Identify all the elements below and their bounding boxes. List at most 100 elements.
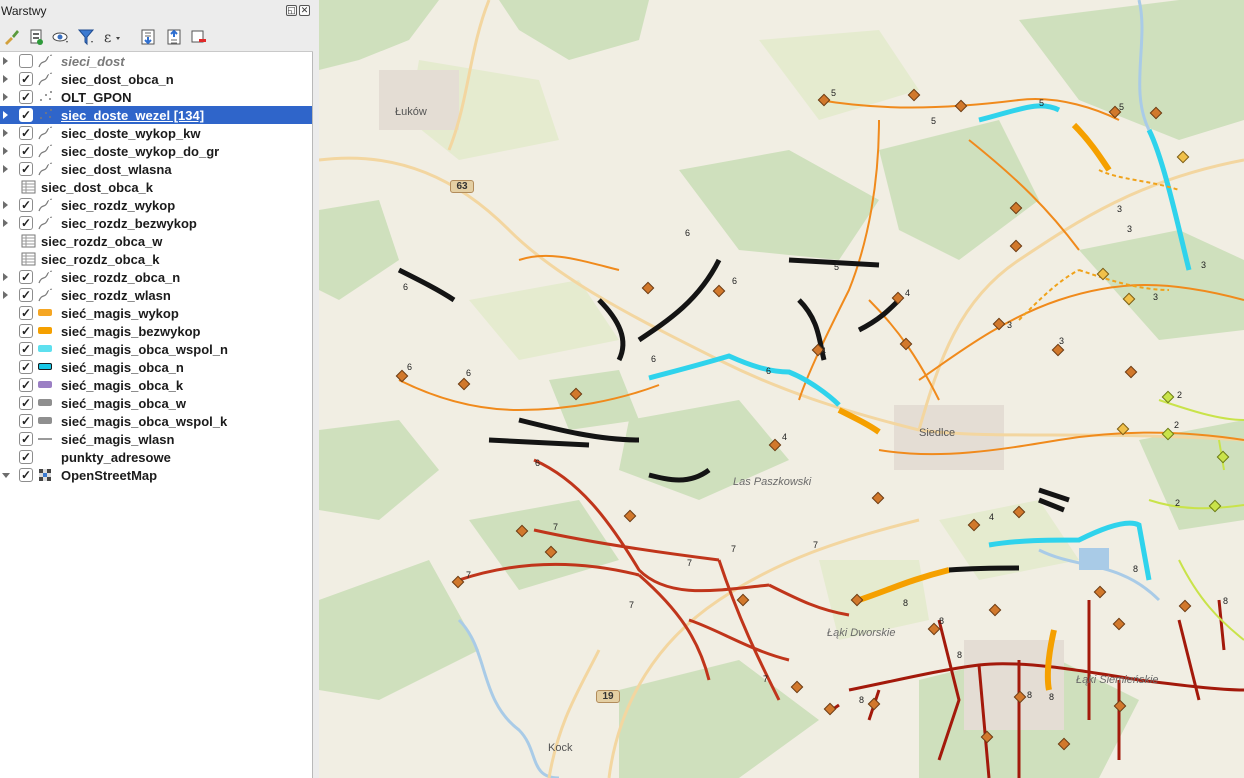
layer-label: siec_dost_obca_n: [61, 72, 174, 87]
expression-filter-icon[interactable]: ε: [102, 27, 122, 47]
layer-label: siec_rozdz_wykop: [61, 198, 176, 213]
layer-row[interactable]: ✓ siec_rozdz_wlasn: [0, 286, 312, 304]
close-panel-button[interactable]: ✕: [299, 5, 310, 16]
layer-visibility-checkbox[interactable]: ✓: [19, 396, 33, 410]
place-label-lukow: Łuków: [395, 106, 427, 118]
layer-label: sieć_magis_obca_wspol_n: [61, 342, 228, 357]
layer-row[interactable]: ✓ punkty_adresowe: [0, 448, 312, 466]
svg-text:3: 3: [1059, 336, 1064, 346]
layer-row[interactable]: ✓ siec_doste_wykop_do_gr: [0, 142, 312, 160]
expand-arrow-icon[interactable]: [3, 75, 8, 83]
layer-visibility-checkbox[interactable]: ✓: [19, 468, 33, 482]
svg-text:8: 8: [957, 650, 962, 660]
filter-icon[interactable]: [76, 27, 96, 47]
layer-row[interactable]: ✓ siec_rozdz_obca_n: [0, 268, 312, 286]
layer-visibility-checkbox[interactable]: ✓: [19, 360, 33, 374]
layer-row[interactable]: ✓ sieć_magis_obca_n: [0, 358, 312, 376]
svg-text:7: 7: [763, 674, 768, 684]
layer-visibility-checkbox[interactable]: ✓: [19, 342, 33, 356]
layer-visibility-checkbox[interactable]: ✓: [19, 198, 33, 212]
layer-symbol-swatch: [38, 399, 52, 406]
collapse-arrow-icon[interactable]: [2, 473, 10, 478]
layer-row[interactable]: ✓ sieć_magis_obca_wspol_n: [0, 340, 312, 358]
expand-arrow-icon[interactable]: [3, 201, 8, 209]
layer-visibility-checkbox[interactable]: ✓: [19, 270, 33, 284]
layer-visibility-checkbox[interactable]: ✓: [19, 72, 33, 86]
expand-arrow-icon[interactable]: [3, 165, 8, 173]
layer-row[interactable]: ✓ sieć_magis_obca_wspol_k: [0, 412, 312, 430]
expand-arrow-icon[interactable]: [3, 291, 8, 299]
layer-row[interactable]: ✓ siec_dost_obca_n: [0, 70, 312, 88]
layer-visibility-checkbox[interactable]: ✓: [19, 216, 33, 230]
layer-row[interactable]: sieci_dost: [0, 52, 312, 70]
layer-label: sieci_dost: [61, 54, 125, 69]
expand-arrow-icon[interactable]: [3, 93, 8, 101]
layer-visibility-checkbox[interactable]: ✓: [19, 324, 33, 338]
line-layer-icon: [37, 71, 55, 87]
layer-row[interactable]: siec_dost_obca_k: [0, 178, 312, 196]
place-label-laki-dworskie: Łąki Dworskie: [827, 627, 896, 639]
layer-visibility-checkbox[interactable]: ✓: [19, 450, 33, 464]
layer-row[interactable]: ✓ sieć_magis_wykop: [0, 304, 312, 322]
layer-row[interactable]: siec_rozdz_obca_k: [0, 250, 312, 268]
layer-symbol-swatch: [38, 381, 52, 388]
line-layer-icon: [37, 197, 55, 213]
collapse-all-icon[interactable]: [164, 27, 184, 47]
map-canvas[interactable]: 5 5 5 5 5 6 6 6 6 6 6 6 6 4 4 4 4 3 3 3: [319, 0, 1244, 778]
expand-all-icon[interactable]: [138, 27, 158, 47]
place-label-kock: Kock: [548, 742, 573, 754]
layer-row[interactable]: siec_rozdz_obca_w: [0, 232, 312, 250]
layer-visibility-checkbox[interactable]: ✓: [19, 144, 33, 158]
layer-row[interactable]: ✓ OpenStreetMap: [0, 466, 312, 484]
layer-visibility-checkbox[interactable]: ✓: [19, 162, 33, 176]
layer-visibility-checkbox[interactable]: ✓: [19, 90, 33, 104]
point-layer-icon: [37, 89, 55, 105]
layer-row[interactable]: ✓ sieć_magis_obca_k: [0, 376, 312, 394]
layer-row[interactable]: ✓ sieć_magis_wlasn: [0, 430, 312, 448]
layer-row[interactable]: ✓ siec_doste_wykop_kw: [0, 124, 312, 142]
layer-visibility-checkbox[interactable]: ✓: [19, 432, 33, 446]
expand-arrow-icon[interactable]: [3, 111, 8, 119]
layer-row[interactable]: ✓ OLT_GPON: [0, 88, 312, 106]
expand-arrow-icon[interactable]: [3, 129, 8, 137]
layer-visibility-checkbox[interactable]: ✓: [19, 378, 33, 392]
expand-arrow-icon[interactable]: [3, 57, 8, 65]
layer-label: siec_doste_wykop_kw: [61, 126, 201, 141]
svg-text:4: 4: [821, 346, 826, 356]
svg-text:5: 5: [834, 262, 839, 272]
svg-text:5: 5: [1119, 102, 1124, 112]
line-layer-icon: [37, 215, 55, 231]
map-basemap: 5 5 5 5 5 6 6 6 6 6 6 6 6 4 4 4 4 3 3 3: [319, 0, 1244, 778]
style-brush-icon[interactable]: [2, 27, 22, 47]
float-panel-button[interactable]: ◱: [286, 5, 297, 16]
road-shield-19: 19: [596, 690, 620, 703]
layer-visibility-checkbox[interactable]: ✓: [19, 108, 33, 122]
expand-arrow-icon[interactable]: [3, 147, 8, 155]
layer-label: sieć_magis_obca_w: [61, 396, 187, 411]
svg-text:5: 5: [1039, 98, 1044, 108]
expand-arrow-icon[interactable]: [3, 219, 8, 227]
layer-symbol-swatch: [38, 363, 52, 370]
expand-arrow-icon[interactable]: [3, 273, 8, 281]
svg-text:3: 3: [1153, 292, 1158, 302]
layer-row[interactable]: ✓ sieć_magis_obca_w: [0, 394, 312, 412]
svg-text:7: 7: [731, 544, 736, 554]
add-group-icon[interactable]: [26, 27, 46, 47]
table-layer-icon: [20, 233, 38, 249]
layer-symbol-swatch: [38, 438, 52, 440]
svg-text:6: 6: [685, 228, 690, 238]
layer-visibility-checkbox[interactable]: ✓: [19, 414, 33, 428]
layer-visibility-checkbox[interactable]: ✓: [19, 306, 33, 320]
layer-row[interactable]: ✓ sieć_magis_bezwykop: [0, 322, 312, 340]
svg-text:7: 7: [466, 570, 471, 580]
layer-row[interactable]: ✓ siec_rozdz_bezwykop: [0, 214, 312, 232]
layer-visibility-checkbox[interactable]: ✓: [19, 288, 33, 302]
layer-row[interactable]: ✓ siec_rozdz_wykop: [0, 196, 312, 214]
layer-visibility-checkbox[interactable]: [19, 54, 33, 68]
visibility-eye-icon[interactable]: [50, 27, 70, 47]
layer-visibility-checkbox[interactable]: ✓: [19, 126, 33, 140]
layer-label: siec_doste_wykop_do_gr: [61, 144, 220, 159]
layer-row[interactable]: ✓ siec_dost_wlasna: [0, 160, 312, 178]
layer-row[interactable]: ✓ siec_doste_wezel [134]: [0, 106, 312, 124]
remove-layer-icon[interactable]: [188, 27, 208, 47]
